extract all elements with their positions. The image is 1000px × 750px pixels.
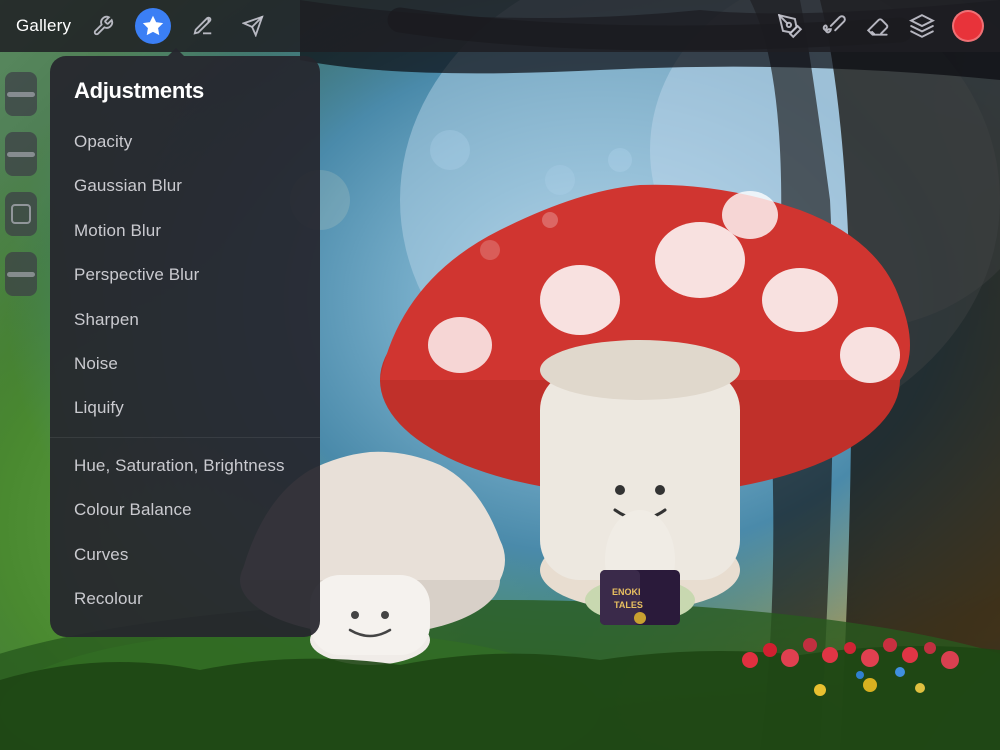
- adjustments-title: Adjustments: [50, 78, 320, 120]
- slider-indicator-2: [7, 152, 35, 157]
- sketch-button[interactable]: [185, 8, 221, 44]
- adjustment-item-liquify[interactable]: Liquify: [50, 386, 320, 430]
- adjustment-item-hue-saturation[interactable]: Hue, Saturation, Brightness: [50, 444, 320, 488]
- slider-indicator: [7, 92, 35, 97]
- adjustment-item-opacity[interactable]: Opacity: [50, 120, 320, 164]
- adjustments-panel: Adjustments Opacity Gaussian Blur Motion…: [50, 56, 320, 637]
- svg-text:TALES: TALES: [614, 600, 643, 610]
- adjustment-item-gaussian-blur[interactable]: Gaussian Blur: [50, 164, 320, 208]
- adjustment-item-curves[interactable]: Curves: [50, 533, 320, 577]
- adjustment-item-colour-balance[interactable]: Colour Balance: [50, 488, 320, 532]
- adjustment-item-sharpen[interactable]: Sharpen: [50, 298, 320, 342]
- wrench-button[interactable]: [85, 8, 121, 44]
- toolbar: Gallery: [0, 0, 1000, 52]
- adjustment-item-noise[interactable]: Noise: [50, 342, 320, 386]
- sidebar-checkbox[interactable]: [5, 192, 37, 236]
- sidebar-slider-3[interactable]: [5, 252, 37, 296]
- adjustment-item-recolour[interactable]: Recolour: [50, 577, 320, 621]
- brush-tool-button[interactable]: [820, 12, 848, 40]
- adjustments-separator: [50, 437, 320, 438]
- toolbar-left: Gallery: [16, 8, 271, 44]
- adjustment-item-perspective-blur[interactable]: Perspective Blur: [50, 253, 320, 297]
- smudge-tool-button[interactable]: [864, 12, 892, 40]
- checkbox-indicator: [11, 204, 31, 224]
- sidebar-slider-1[interactable]: [5, 72, 37, 116]
- adjustments-button[interactable]: [135, 8, 171, 44]
- layers-button[interactable]: [908, 12, 936, 40]
- color-picker-button[interactable]: [952, 10, 984, 42]
- sidebar-slider-2[interactable]: [5, 132, 37, 176]
- pen-tool-button[interactable]: [776, 12, 804, 40]
- adjustment-item-motion-blur[interactable]: Motion Blur: [50, 209, 320, 253]
- gallery-button[interactable]: Gallery: [16, 16, 71, 36]
- toolbar-right: [776, 10, 984, 42]
- send-button[interactable]: [235, 8, 271, 44]
- svg-text:ENOKI: ENOKI: [612, 587, 641, 597]
- slider-indicator-3: [7, 272, 35, 277]
- left-sidebar: [0, 52, 42, 750]
